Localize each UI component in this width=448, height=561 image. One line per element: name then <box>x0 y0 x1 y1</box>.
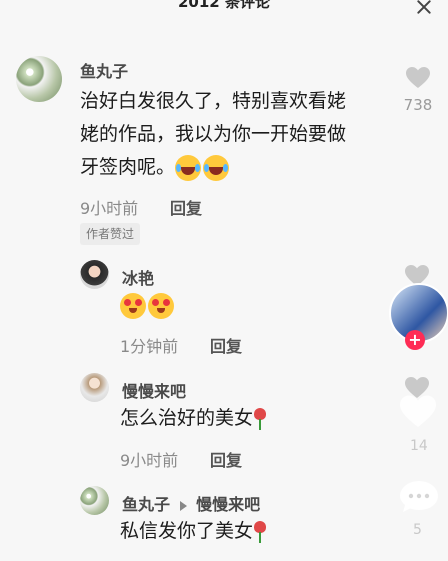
comment-count-title: 2012 条评论 <box>178 0 270 11</box>
comment-text <box>120 293 176 319</box>
comment-author[interactable]: 慢慢来吧 <box>122 378 186 402</box>
reply-arrow-icon <box>179 500 187 511</box>
like-button[interactable]: 738 <box>398 66 438 114</box>
comment-line: 治好白发很久了，特别喜欢看姥 <box>80 90 347 112</box>
heart-eyes-emoji-icon <box>148 293 174 319</box>
laughing-emoji-icon <box>203 154 230 181</box>
heart-eyes-emoji-icon <box>120 293 146 319</box>
comment-text: 怎么治好的美女 <box>120 402 267 435</box>
rose-emoji-icon <box>253 520 267 543</box>
reply-button[interactable]: 回复 <box>170 195 202 219</box>
avatar[interactable] <box>80 486 109 515</box>
comment-count: 5 <box>413 522 422 538</box>
close-icon[interactable] <box>413 0 435 18</box>
comment-bubble-icon[interactable] <box>398 478 440 520</box>
like-count: 14 <box>410 438 428 454</box>
comment-author[interactable]: 冰艳 <box>122 265 154 289</box>
comment-text: 私信发你了美女 <box>120 515 267 548</box>
avatar[interactable] <box>80 260 109 289</box>
avatar[interactable] <box>16 56 62 102</box>
comment-timestamp: 9小时前 <box>120 451 179 470</box>
comment-timestamp: 1分钟前 <box>120 337 179 356</box>
comment-author[interactable]: 鱼丸子 <box>80 58 128 82</box>
avatar[interactable] <box>80 373 109 402</box>
reply-button[interactable]: 回复 <box>210 447 242 471</box>
comment-text: 治好白发很久了，特别喜欢看姥 姥的作品，我以为你一开始要做 牙签肉呢。 <box>80 85 385 184</box>
comment-author: 鱼丸子 慢慢来吧 <box>122 491 260 515</box>
comment-line-text: 牙签肉呢。 <box>80 156 176 178</box>
heart-icon[interactable] <box>398 394 438 434</box>
laughing-emoji-icon <box>175 154 202 181</box>
comment-line: 牙签肉呢。 <box>80 151 385 184</box>
plus-icon[interactable]: + <box>405 330 425 350</box>
reply-target[interactable]: 慢慢来吧 <box>196 495 260 514</box>
comment-line-text: 私信发你了美女 <box>120 520 254 542</box>
comments-header: 2012 条评论 <box>0 0 448 22</box>
reply-button[interactable]: 回复 <box>210 333 242 357</box>
like-count: 738 <box>403 96 433 114</box>
comment-timestamp: 9小时前 <box>80 199 139 218</box>
comment-line: 姥的作品，我以为你一开始要做 <box>80 123 347 145</box>
heart-icon <box>406 67 430 88</box>
rose-emoji-icon <box>253 407 267 430</box>
author-liked-badge: 作者赞过 <box>80 223 141 245</box>
comment-line-text: 怎么治好的美女 <box>120 407 254 429</box>
reply-author[interactable]: 鱼丸子 <box>122 495 170 514</box>
